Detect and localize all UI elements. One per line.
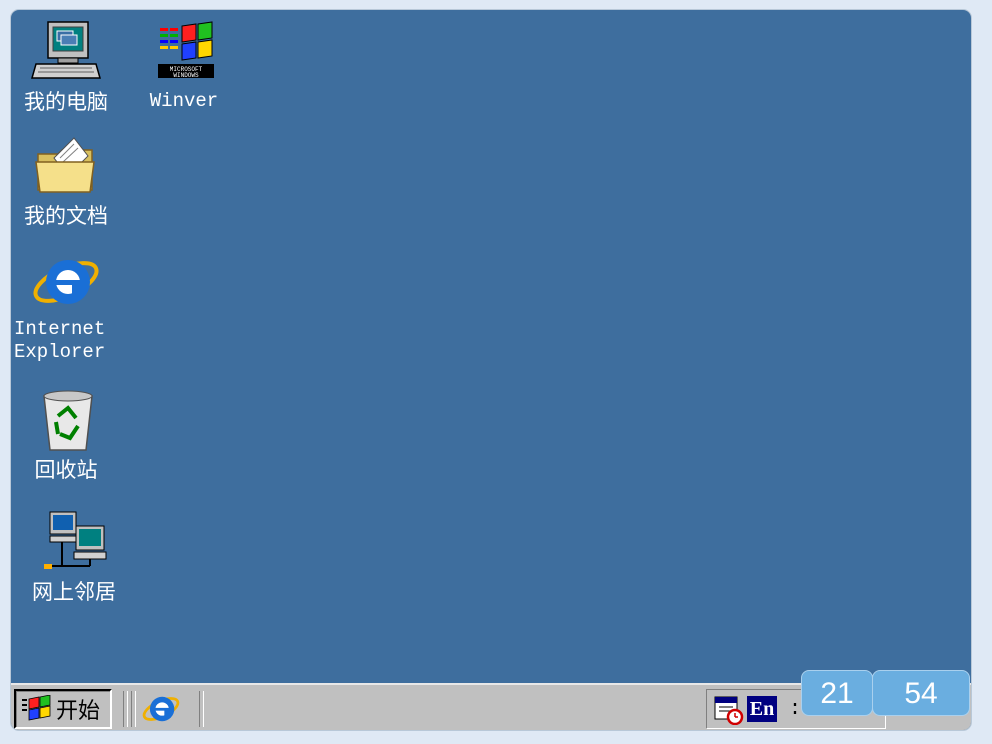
- taskbar-separator: [123, 691, 128, 727]
- desktop: 我的电脑 MICROSOFT WINDOWS Winver 我的文档 Inter…: [10, 9, 972, 731]
- network-icon: [44, 511, 107, 569]
- desktop-icon-label-line2: Explorer: [14, 341, 106, 363]
- clock-hour[interactable]: 21: [801, 670, 873, 716]
- clock-separator: :: [789, 698, 802, 721]
- desktop-icon-winver[interactable]: MICROSOFT WINDOWS Winver: [129, 18, 239, 113]
- desktop-icon-label: 我的电脑: [24, 90, 108, 114]
- desktop-icon-label-line1: Internet: [14, 318, 106, 340]
- recycle-bin-icon: [43, 390, 93, 451]
- quicklaunch-ie-button[interactable]: [141, 689, 181, 729]
- computer-icon: [31, 21, 101, 79]
- ie-icon: [33, 260, 99, 304]
- svg-text:WINDOWS: WINDOWS: [173, 72, 199, 79]
- language-indicator[interactable]: En: [747, 696, 777, 722]
- start-button[interactable]: 开始: [14, 689, 112, 729]
- windows-logo-icon: MICROSOFT WINDOWS: [156, 21, 216, 82]
- start-button-label: 开始: [56, 699, 101, 724]
- windows-flag-icon: [22, 695, 51, 721]
- desktop-icon-label: 我的文档: [24, 204, 108, 228]
- desktop-icon-my-documents[interactable]: 我的文档: [11, 132, 121, 228]
- task-scheduler-icon[interactable]: [713, 693, 745, 725]
- clock-minute[interactable]: 54: [872, 670, 970, 716]
- desktop-icon-label: 网上邻居: [32, 580, 116, 604]
- desktop-icon-internet-explorer[interactable]: Internet Explorer: [11, 246, 121, 364]
- taskbar-separator: [199, 691, 204, 727]
- desktop-icon-label: Winver: [149, 90, 219, 112]
- desktop-icon-network-neighborhood[interactable]: 网上邻居: [19, 508, 129, 604]
- desktop-icon-label: 回收站: [34, 458, 98, 482]
- taskbar-separator: [131, 691, 136, 727]
- folder-icon: [35, 137, 95, 193]
- desktop-icon-my-computer[interactable]: 我的电脑: [11, 18, 121, 114]
- ie-icon: [142, 696, 180, 722]
- desktop-icon-recycle-bin[interactable]: 回收站: [11, 386, 121, 482]
